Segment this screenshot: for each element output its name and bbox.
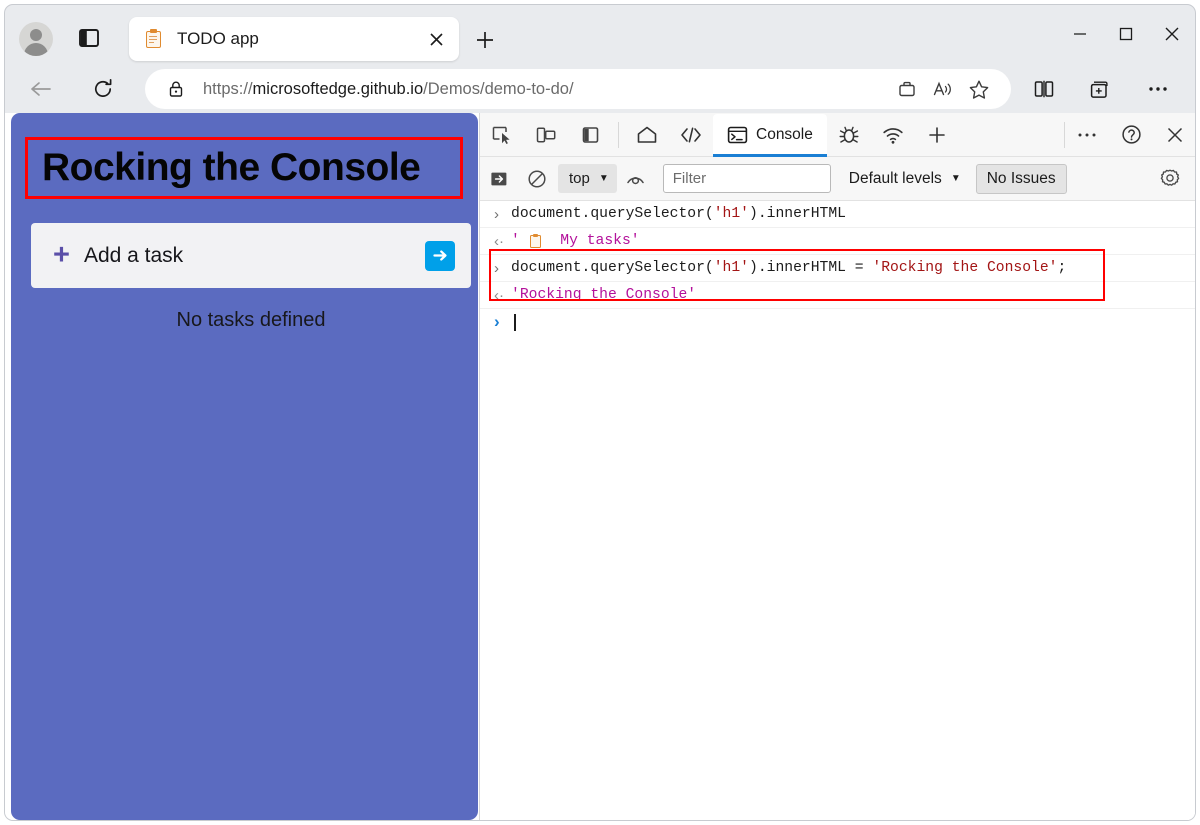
chevron-down-icon: ▼	[598, 173, 609, 184]
browser-window: TODO app https://microsoftedge.github.io…	[4, 4, 1196, 821]
arrow-right-icon[interactable]	[425, 240, 455, 271]
clipboard-icon	[145, 29, 163, 49]
more-tools-icon[interactable]	[1065, 114, 1109, 156]
console-token-string: My tasks'	[542, 233, 640, 249]
devtools-right-controls	[1064, 121, 1195, 148]
tab-title: TODO app	[177, 29, 259, 48]
prompt-arrow-icon: ›	[494, 312, 500, 331]
issues-button[interactable]: No Issues	[975, 163, 1067, 194]
split-screen-icon[interactable]	[1027, 73, 1061, 105]
add-task-placeholder: Add a task	[83, 243, 184, 267]
inspect-element-icon[interactable]	[480, 114, 524, 156]
url-text[interactable]: https://microsoftedge.github.io/Demos/de…	[203, 80, 889, 99]
browser-tab-todo-app[interactable]: TODO app	[129, 17, 459, 61]
reload-icon[interactable]	[87, 73, 119, 105]
gear-icon[interactable]	[1153, 162, 1187, 196]
result-arrow-icon: ‹·	[494, 286, 504, 304]
close-icon[interactable]	[421, 24, 451, 54]
elements-icon[interactable]	[669, 114, 713, 156]
console-prompt-line[interactable]: ›	[480, 309, 1195, 335]
console-token: document.querySelector(	[511, 206, 714, 222]
maximize-icon[interactable]	[1103, 11, 1149, 57]
console-log-area[interactable]: › document.querySelector('h1').innerHTML…	[480, 201, 1195, 820]
page-viewport: Rocking the Console + Add a task No task…	[11, 113, 478, 820]
eye-icon[interactable]	[617, 160, 655, 198]
avatar-head	[30, 29, 42, 41]
no-entry-icon[interactable]	[518, 160, 556, 198]
device-emulation-icon[interactable]	[524, 114, 568, 156]
console-token: ).innerHTML	[749, 206, 846, 222]
welcome-home-icon[interactable]	[625, 114, 669, 156]
content-area: Rocking the Console + Add a task No task…	[5, 113, 1195, 820]
text-cursor	[514, 313, 516, 331]
address-bar[interactable]: https://microsoftedge.github.io/Demos/de…	[145, 69, 1011, 109]
input-arrow-icon: ›	[494, 259, 499, 277]
devtools-panel: Console top ▼ Filter Default levels ▼ No…	[479, 113, 1195, 820]
clipboard-icon	[529, 233, 542, 249]
log-levels-label: Default levels	[848, 169, 942, 187]
profile-avatar-icon[interactable]	[19, 22, 53, 56]
network-icon[interactable]	[871, 114, 915, 156]
input-arrow-icon: ›	[494, 205, 499, 223]
help-icon[interactable]	[1109, 114, 1153, 156]
settings-more-icon[interactable]	[1141, 73, 1175, 105]
result-arrow-icon: ‹·	[494, 232, 504, 250]
console-input-line-2[interactable]: › document.querySelector('h1').innerHTML…	[480, 255, 1195, 282]
tab-search-icon[interactable]	[77, 27, 101, 49]
console-result-line-1[interactable]: ‹· ' My tasks'	[480, 228, 1195, 255]
shopping-bag-icon[interactable]	[889, 74, 925, 104]
plus-icon: +	[53, 239, 70, 271]
arrow-left-icon[interactable]	[25, 73, 57, 105]
lock-icon[interactable]	[167, 80, 185, 98]
devtools-tabbar: Console	[480, 113, 1195, 157]
heading-highlight-box: Rocking the Console	[25, 137, 463, 199]
console-token-string: 'h1'	[713, 260, 749, 276]
close-devtools-icon[interactable]	[1153, 114, 1195, 156]
clear-console-icon[interactable]	[480, 160, 518, 198]
console-toolbar: top ▼ Default levels ▼ No Issues	[480, 157, 1195, 201]
console-token-string: 'Rocking the Console'	[872, 260, 1058, 276]
console-token: document.querySelector(	[511, 260, 714, 276]
console-result-line-2[interactable]: ‹· 'Rocking the Console'	[480, 282, 1195, 309]
add-task-field[interactable]: + Add a task	[31, 223, 471, 288]
chevron-down-icon: ▼	[950, 173, 961, 184]
add-panel-icon[interactable]	[915, 114, 959, 156]
console-icon	[727, 126, 748, 143]
read-aloud-icon[interactable]	[925, 74, 961, 104]
close-window-icon[interactable]	[1149, 11, 1195, 57]
console-token-string: 'Rocking the Console'	[511, 287, 697, 303]
window-controls	[1057, 5, 1195, 63]
tab-strip: TODO app	[5, 5, 1195, 69]
favorite-star-icon[interactable]	[961, 74, 997, 104]
plus-icon[interactable]	[471, 26, 499, 54]
console-token-string: 'h1'	[713, 206, 749, 222]
page-title: Rocking the Console	[42, 146, 421, 189]
console-token: ;	[1057, 260, 1067, 276]
console-token: ).innerHTML =	[749, 260, 873, 276]
dock-side-icon[interactable]	[568, 114, 612, 156]
tab-console[interactable]: Console	[713, 113, 827, 157]
toolbar-divider	[618, 121, 619, 148]
console-token-string: '	[511, 233, 529, 249]
empty-state-message: No tasks defined	[176, 309, 326, 331]
avatar-body	[24, 43, 48, 56]
tab-console-label: Console	[756, 125, 813, 143]
execution-context-label: top	[569, 170, 590, 187]
debugger-icon[interactable]	[827, 114, 871, 156]
filter-input[interactable]	[662, 164, 831, 193]
collections-icon[interactable]	[1083, 73, 1117, 105]
address-bar-row: https://microsoftedge.github.io/Demos/de…	[5, 65, 1195, 113]
log-levels-dropdown[interactable]: Default levels ▼	[843, 166, 967, 192]
minimize-icon[interactable]	[1057, 11, 1103, 57]
console-input-line-1[interactable]: › document.querySelector('h1').innerHTML	[480, 201, 1195, 228]
issues-label: No Issues	[986, 169, 1056, 187]
execution-context-select[interactable]: top ▼	[558, 164, 617, 193]
